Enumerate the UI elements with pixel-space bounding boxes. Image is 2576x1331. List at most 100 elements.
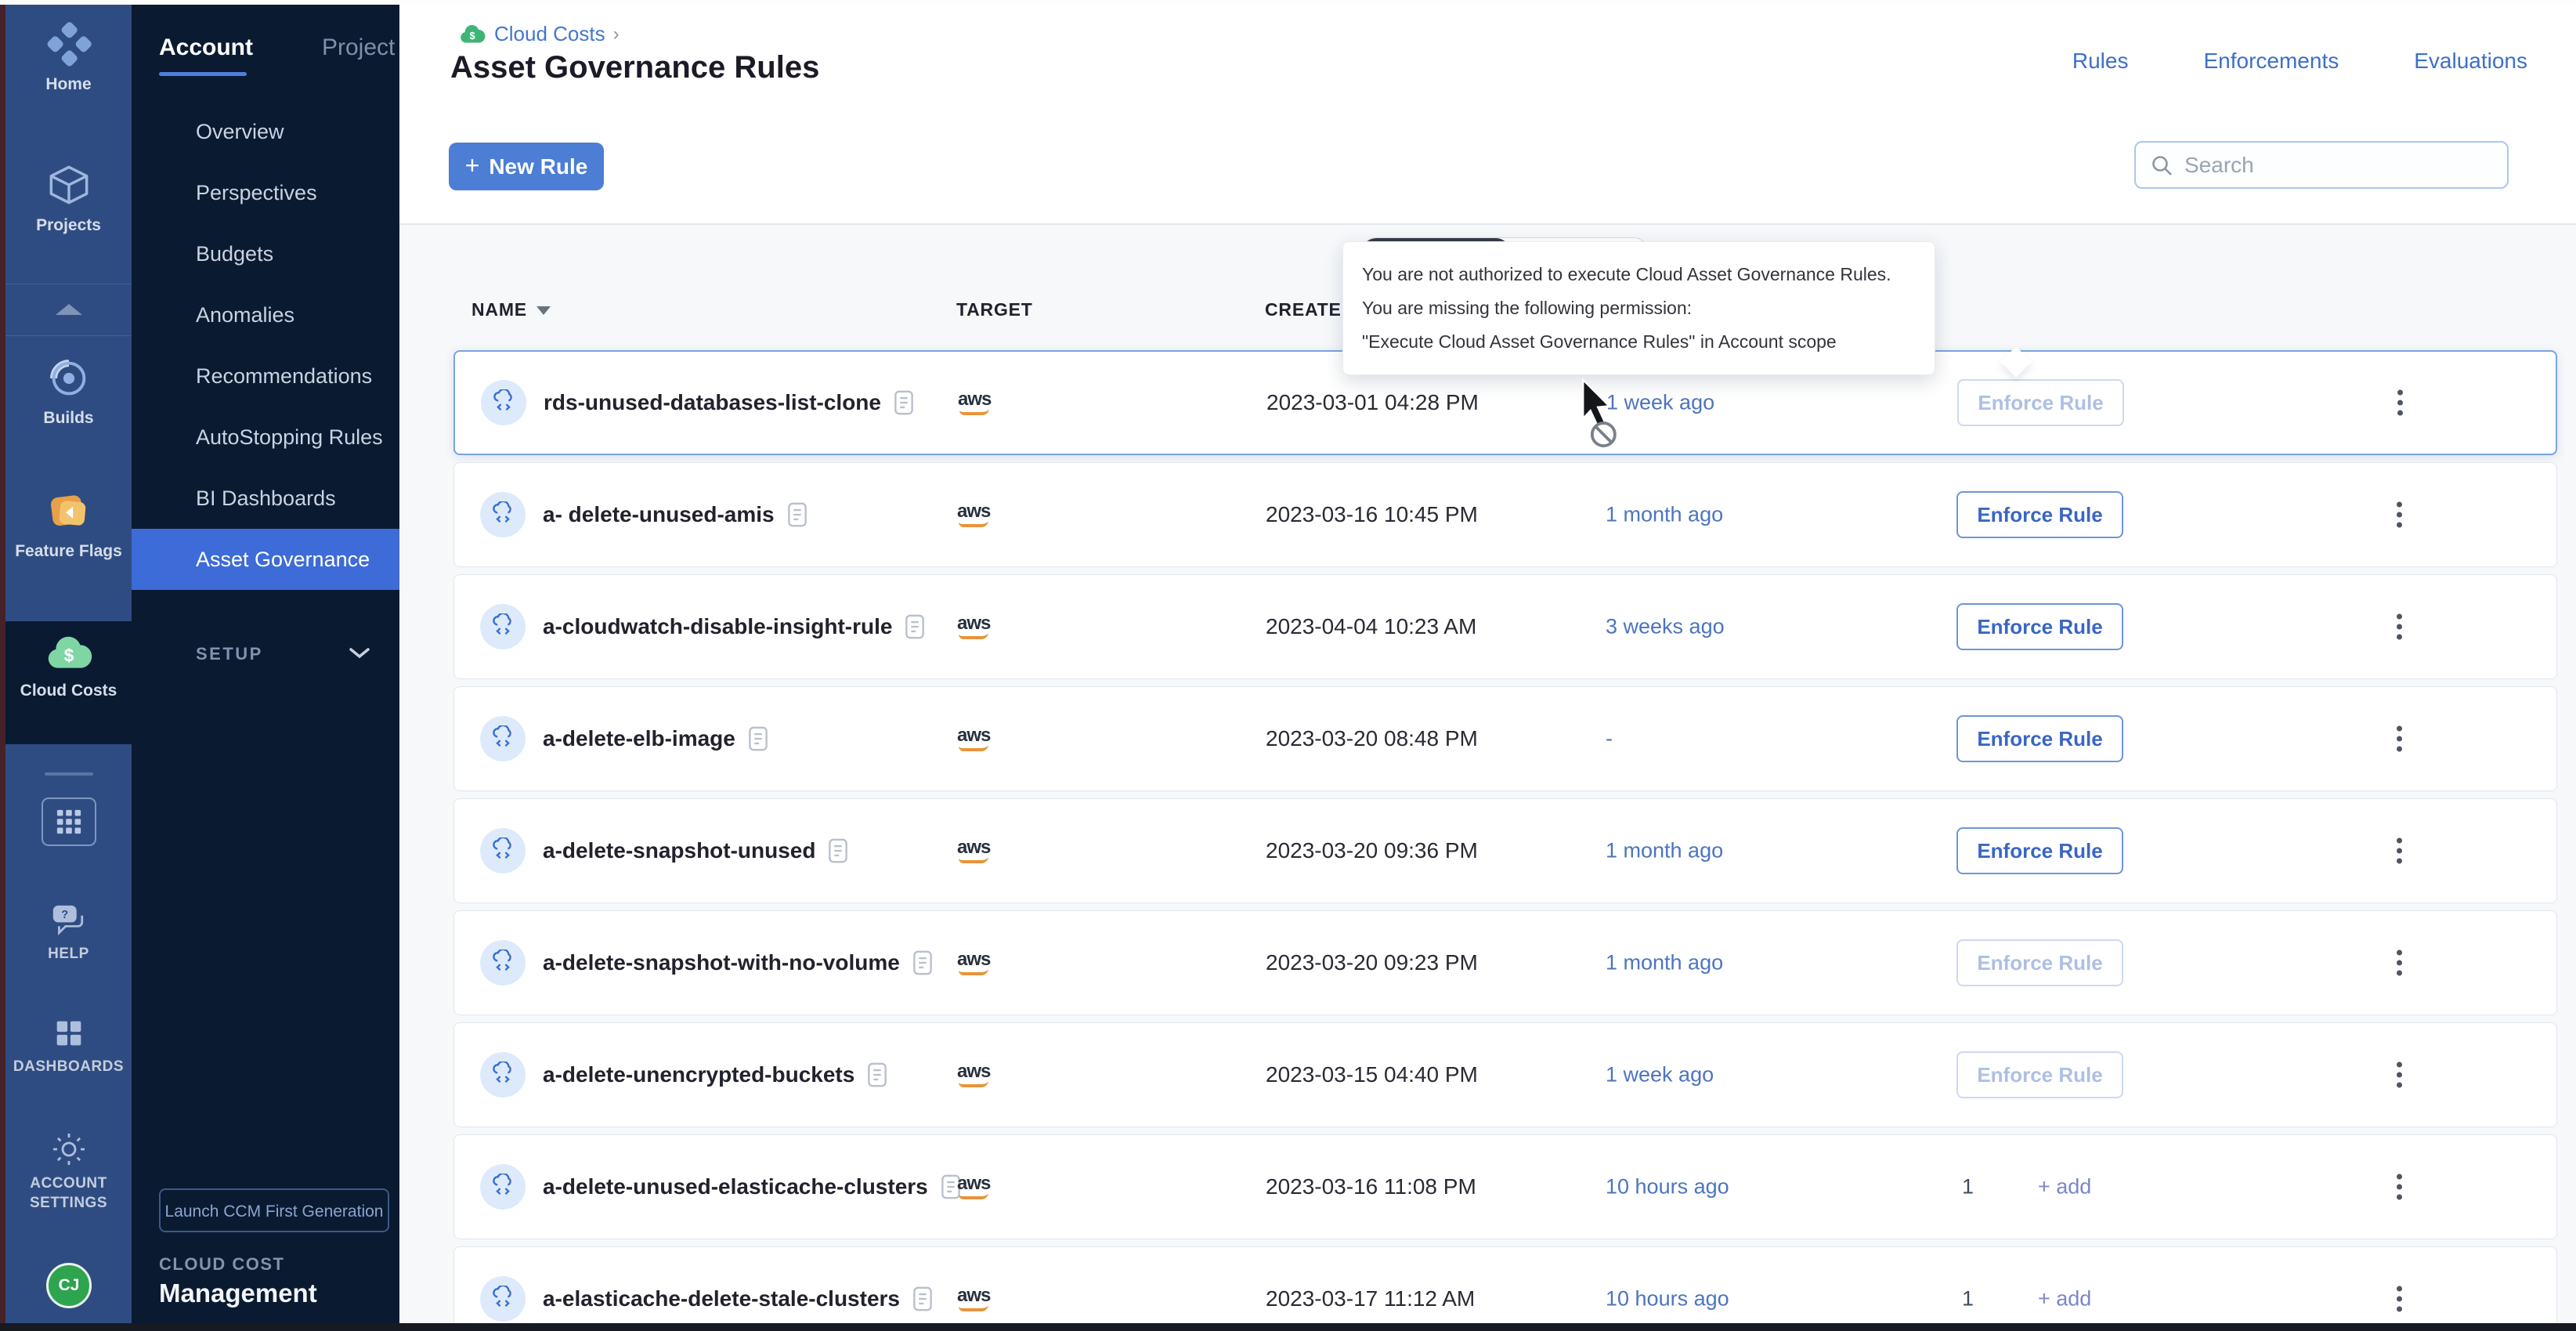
utility-label: DASHBOARDS xyxy=(5,1057,132,1076)
sidebar-item-projects[interactable]: Projects xyxy=(5,160,132,235)
last-evaluation: 1 month ago xyxy=(1606,839,1723,863)
module-grid-icon[interactable] xyxy=(42,798,96,846)
aws-text: aws xyxy=(958,390,991,409)
table-row[interactable]: a-elasticache-delete-stale-clusters aws … xyxy=(453,1246,2557,1331)
breadcrumb-cloud-costs[interactable]: Cloud Costs xyxy=(494,22,605,46)
sidebar-item-cloud-costs[interactable]: $ Cloud Costs xyxy=(5,631,132,700)
menu-item-perspectives[interactable]: Perspectives xyxy=(132,162,399,223)
kebab-menu-icon[interactable] xyxy=(2389,1062,2409,1088)
rule-name: a-delete-elb-image xyxy=(543,726,735,751)
menu-item-budgets[interactable]: Budgets xyxy=(132,223,399,284)
rule-icon xyxy=(480,604,526,649)
menu-item-anomalies[interactable]: Anomalies xyxy=(132,284,399,345)
copy-icon[interactable] xyxy=(787,501,807,528)
copy-icon[interactable] xyxy=(867,1062,887,1088)
aws-text: aws xyxy=(957,1174,990,1193)
kebab-menu-icon[interactable] xyxy=(2389,838,2409,864)
enforcement-cell: Enforce Rule xyxy=(1957,379,2124,426)
module-label: Projects xyxy=(5,216,132,235)
copy-icon[interactable] xyxy=(828,837,848,864)
nav-link-rules[interactable]: Rules xyxy=(2072,49,2129,74)
kebab-menu-icon[interactable] xyxy=(2389,502,2409,528)
menu-item-overview[interactable]: Overview xyxy=(132,101,399,162)
last-evaluation: - xyxy=(1606,727,1613,751)
last-evaluation: 10 hours ago xyxy=(1606,1175,1729,1199)
sidebar-item-builds[interactable]: Builds xyxy=(5,354,132,428)
sidebar-item-account-settings[interactable]: ACCOUNT SETTINGS xyxy=(5,1130,132,1213)
created-on: 2023-04-04 10:23 AM xyxy=(1266,614,1476,639)
copy-icon[interactable] xyxy=(905,613,925,640)
kebab-menu-icon[interactable] xyxy=(2390,390,2410,416)
add-enforcement-link[interactable]: + add xyxy=(2038,1287,2091,1311)
product-title: Management xyxy=(159,1279,317,1308)
menu-item-asset-governance[interactable]: Asset Governance xyxy=(132,529,399,590)
launch-ccm-first-gen-button[interactable]: Launch CCM First Generation xyxy=(159,1188,389,1232)
header-nav: Rules Enforcements Evaluations xyxy=(2072,49,2527,74)
nav-link-enforcements[interactable]: Enforcements xyxy=(2203,49,2339,74)
created-on: 2023-03-20 09:36 PM xyxy=(1266,838,1478,863)
utility-label: HELP xyxy=(5,944,132,964)
avatar[interactable]: CJ xyxy=(46,1263,92,1308)
copy-icon[interactable] xyxy=(912,949,933,976)
enforcement-cell: Enforce Rule xyxy=(1956,827,2123,874)
product-eyebrow: CLOUD COST xyxy=(159,1254,317,1275)
table-row[interactable]: a-delete-elb-image aws 2023-03-20 08:48 … xyxy=(453,686,2557,791)
kebab-menu-icon[interactable] xyxy=(2389,950,2409,976)
search-input[interactable] xyxy=(2184,153,2482,178)
cloud-costs-icon: $ xyxy=(458,23,486,46)
add-enforcement-link[interactable]: + add xyxy=(2038,1175,2091,1199)
page-header: $ Cloud Costs › Asset Governance Rules R… xyxy=(399,0,2576,225)
sidebar-item-dashboards[interactable]: DASHBOARDS xyxy=(5,1015,132,1076)
table-row[interactable]: a-delete-snapshot-with-no-volume aws 202… xyxy=(453,910,2557,1015)
enforce-rule-button[interactable]: Enforce Rule xyxy=(1956,491,2123,538)
copy-icon[interactable] xyxy=(894,389,914,416)
table-row[interactable]: a-delete-snapshot-unused aws 2023-03-20 … xyxy=(453,798,2557,903)
chevron-down-icon xyxy=(348,646,371,661)
table-row[interactable]: a- delete-unused-amis aws 2023-03-16 10:… xyxy=(453,462,2557,567)
permission-tooltip: You are not authorized to execute Cloud … xyxy=(1342,241,1935,375)
enforce-rule-button[interactable]: Enforce Rule xyxy=(1957,379,2124,426)
enforce-rule-button[interactable]: Enforce Rule xyxy=(1956,715,2123,762)
enforce-rule-button[interactable]: Enforce Rule xyxy=(1956,939,2123,986)
kebab-menu-icon[interactable] xyxy=(2389,1174,2409,1200)
created-on: 2023-03-17 11:12 AM xyxy=(1266,1286,1475,1311)
rule-icon xyxy=(480,492,526,537)
breadcrumb-chevron-icon: › xyxy=(613,24,620,45)
created-on: 2023-03-20 09:23 PM xyxy=(1266,950,1478,975)
enforce-rule-button[interactable]: Enforce Rule xyxy=(1956,827,2123,874)
column-header-name[interactable]: NAME xyxy=(471,299,551,320)
enforcement-cell: Enforce Rule xyxy=(1956,939,2123,986)
menu-item-bi-dashboards[interactable]: BI Dashboards xyxy=(132,468,399,529)
copy-icon[interactable] xyxy=(748,725,768,752)
setup-section-toggle[interactable]: SETUP xyxy=(132,636,399,675)
copy-icon[interactable] xyxy=(912,1286,933,1312)
sidebar-item-help[interactable]: ? HELP xyxy=(5,902,132,964)
kebab-menu-icon[interactable] xyxy=(2389,614,2409,640)
breadcrumb: $ Cloud Costs › xyxy=(458,22,620,46)
aws-logo: aws xyxy=(957,1286,990,1311)
table-row[interactable]: a-delete-unused-elasticache-clusters aws… xyxy=(453,1134,2557,1239)
product-branding: CLOUD COST Management xyxy=(159,1254,317,1308)
search-icon xyxy=(2150,154,2173,177)
tab-account[interactable]: Account xyxy=(159,34,253,61)
kebab-menu-icon[interactable] xyxy=(2389,726,2409,752)
enforcement-count: 1 xyxy=(1962,1175,1974,1199)
tab-project[interactable]: Project xyxy=(322,34,395,61)
menu-item-recommendations[interactable]: Recommendations xyxy=(132,345,399,407)
kebab-menu-icon[interactable] xyxy=(2389,1286,2409,1312)
rule-icon xyxy=(481,380,526,425)
table-row[interactable]: a-cloudwatch-disable-insight-rule aws 20… xyxy=(453,574,2557,679)
menu-item-autostopping-rules[interactable]: AutoStopping Rules xyxy=(132,407,399,468)
divider xyxy=(45,772,93,776)
enforce-rule-button[interactable]: Enforce Rule xyxy=(1956,603,2123,650)
rule-name: a-delete-snapshot-unused xyxy=(543,838,815,863)
aws-logo: aws xyxy=(957,502,990,527)
sidebar-item-feature-flags[interactable]: Feature Flags xyxy=(5,487,132,561)
collapse-up-icon[interactable] xyxy=(5,304,132,315)
column-header-target[interactable]: TARGET xyxy=(956,299,1033,320)
table-row[interactable]: a-delete-unencrypted-buckets aws 2023-03… xyxy=(453,1022,2557,1127)
new-rule-button[interactable]: + New Rule xyxy=(449,143,604,190)
enforce-rule-button[interactable]: Enforce Rule xyxy=(1956,1051,2123,1098)
nav-link-evaluations[interactable]: Evaluations xyxy=(2414,49,2527,74)
sidebar-item-home[interactable]: Home xyxy=(5,20,132,94)
